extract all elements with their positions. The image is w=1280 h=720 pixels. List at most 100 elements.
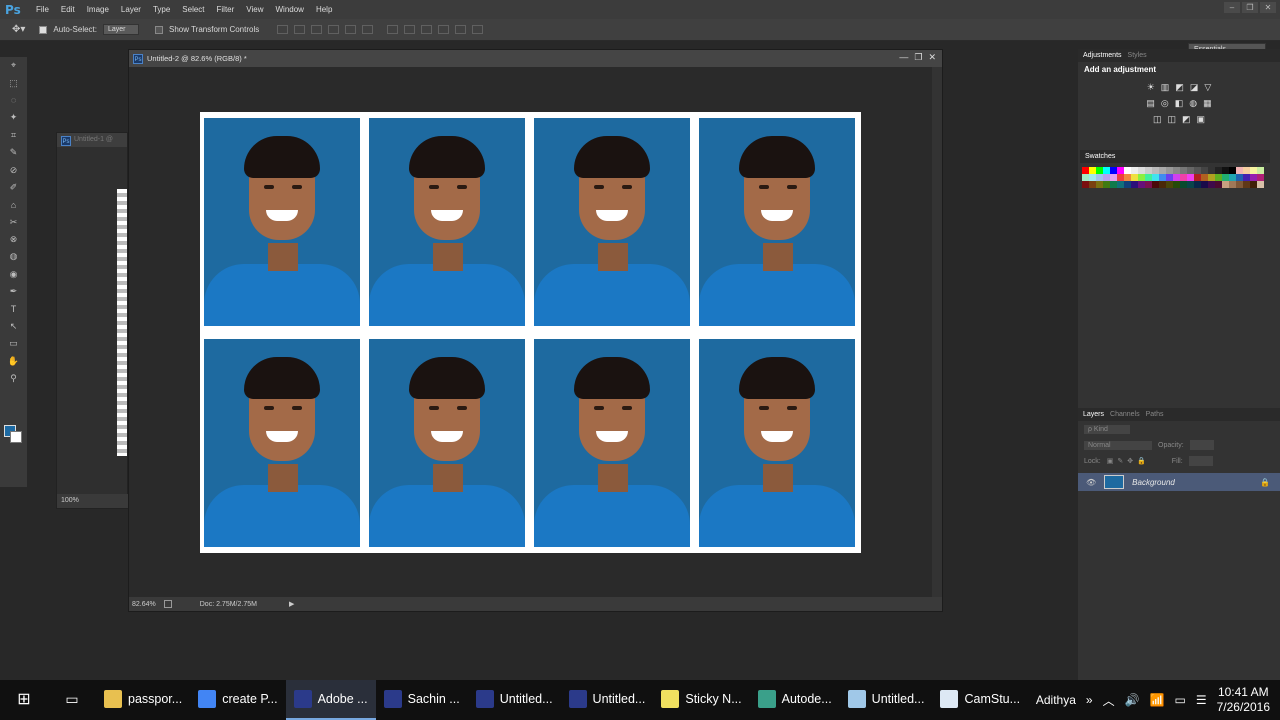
color-swatch[interactable]: [1166, 174, 1173, 181]
color-swatch[interactable]: [1180, 174, 1187, 181]
color-swatch[interactable]: [1117, 167, 1124, 174]
color-swatch[interactable]: [1152, 167, 1159, 174]
crop-tool-icon[interactable]: ⌗: [0, 127, 27, 144]
taskbar-app[interactable]: create P...: [190, 680, 285, 720]
color-swatch[interactable]: [1131, 174, 1138, 181]
move-tool-preset-icon[interactable]: ✥▾: [12, 24, 25, 35]
menu-file[interactable]: File: [30, 5, 55, 14]
auto-select-dropdown[interactable]: Layer: [102, 24, 139, 35]
channel-mixer-icon[interactable]: ▦: [1203, 98, 1212, 109]
document-titlebar[interactable]: Ps Untitled-2 @ 82.6% (RGB/8) *: [129, 50, 942, 67]
align-vcenter-icon[interactable]: [294, 25, 306, 34]
wifi-icon[interactable]: 📶: [1150, 693, 1165, 707]
status-menu-arrow-icon[interactable]: ▶: [289, 600, 294, 608]
color-swatch[interactable]: [1243, 167, 1250, 174]
doc-minimize-button[interactable]: —: [899, 52, 908, 63]
vibrance-icon[interactable]: ▽: [1204, 82, 1211, 93]
tab-layers[interactable]: Layers: [1083, 411, 1104, 418]
tab-swatches[interactable]: Swatches: [1085, 153, 1115, 160]
color-swatch[interactable]: [1159, 174, 1166, 181]
color-swatch[interactable]: [1243, 174, 1250, 181]
color-swatch[interactable]: [1173, 174, 1180, 181]
taskbar-app[interactable]: CamStu...: [932, 680, 1028, 720]
minimize-button[interactable]: –: [1224, 2, 1240, 13]
color-swatch[interactable]: [1096, 174, 1103, 181]
color-swatch[interactable]: [1103, 174, 1110, 181]
color-swatch[interactable]: [1250, 167, 1257, 174]
color-swatch[interactable]: [1138, 181, 1145, 188]
color-swatch[interactable]: [1250, 181, 1257, 188]
zoom-level[interactable]: 100%: [61, 497, 79, 504]
path-select-tool-icon[interactable]: ↖: [0, 318, 27, 335]
color-swatch[interactable]: [1103, 181, 1110, 188]
color-swatch[interactable]: [1215, 167, 1222, 174]
taskbar-app[interactable]: Untitled...: [468, 680, 561, 720]
color-swatch[interactable]: [1194, 181, 1201, 188]
background-color-swatch[interactable]: [10, 431, 22, 443]
distribute-bottom-icon[interactable]: [421, 25, 433, 34]
align-bottom-icon[interactable]: [311, 25, 323, 34]
color-swatch[interactable]: [1173, 167, 1180, 174]
align-top-icon[interactable]: [277, 25, 289, 34]
color-swatch[interactable]: [1236, 167, 1243, 174]
vertical-scrollbar[interactable]: [932, 67, 942, 599]
color-swatch[interactable]: [1166, 181, 1173, 188]
hue-saturation-icon[interactable]: ▤: [1146, 98, 1155, 109]
color-swatch[interactable]: [1257, 174, 1264, 181]
brightness-contrast-icon[interactable]: ☀: [1147, 82, 1155, 93]
type-tool-icon[interactable]: T: [0, 300, 27, 317]
color-swatch[interactable]: [1110, 181, 1117, 188]
distribute-left-icon[interactable]: [438, 25, 450, 34]
color-swatch[interactable]: [1103, 167, 1110, 174]
task-view-button[interactable]: ▭: [48, 680, 96, 720]
color-swatch[interactable]: [1243, 181, 1250, 188]
doc-close-button[interactable]: ✕: [928, 52, 936, 63]
color-swatch[interactable]: [1152, 181, 1159, 188]
color-swatch[interactable]: [1117, 181, 1124, 188]
color-swatch[interactable]: [1159, 167, 1166, 174]
move-tool-icon[interactable]: ⌖: [0, 57, 27, 74]
color-swatch[interactable]: [1124, 167, 1131, 174]
blend-mode-dropdown[interactable]: Normal: [1084, 440, 1152, 450]
quick-select-tool-icon[interactable]: ✦: [0, 109, 27, 126]
healing-brush-tool-icon[interactable]: ⊘: [0, 161, 27, 178]
doc-restore-button[interactable]: ❐: [914, 52, 922, 63]
eyedropper-tool-icon[interactable]: ✎: [0, 144, 27, 161]
distribute-vcenter-icon[interactable]: [404, 25, 416, 34]
threshold-icon[interactable]: ◩: [1182, 114, 1191, 125]
menu-edit[interactable]: Edit: [55, 5, 81, 14]
color-swatch[interactable]: [1110, 167, 1117, 174]
zoom-tool-icon[interactable]: ⚲: [0, 370, 27, 387]
color-swatch[interactable]: [1138, 167, 1145, 174]
color-swatch[interactable]: [1208, 167, 1215, 174]
color-swatch[interactable]: [1215, 174, 1222, 181]
menu-window[interactable]: Window: [270, 5, 310, 14]
color-swatch[interactable]: [1082, 181, 1089, 188]
color-swatch[interactable]: [1159, 181, 1166, 188]
selective-color-icon[interactable]: ▣: [1197, 114, 1206, 125]
color-swatch[interactable]: [1110, 174, 1117, 181]
taskbar-app[interactable]: passpor...: [96, 680, 190, 720]
color-swatch[interactable]: [1194, 174, 1201, 181]
tab-channels[interactable]: Channels: [1110, 411, 1140, 418]
curves-icon[interactable]: ◩: [1175, 82, 1184, 93]
color-swatch[interactable]: [1166, 167, 1173, 174]
color-swatch[interactable]: [1208, 174, 1215, 181]
color-swatch[interactable]: [1145, 167, 1152, 174]
align-hcenter-icon[interactable]: [345, 25, 357, 34]
history-brush-tool-icon[interactable]: ✂: [0, 214, 27, 231]
menu-layer[interactable]: Layer: [115, 5, 147, 14]
color-swatch[interactable]: [1187, 174, 1194, 181]
marquee-tool-icon[interactable]: ⬚: [0, 74, 27, 91]
color-swatch[interactable]: [1215, 181, 1222, 188]
tray-up-arrow-icon[interactable]: ︿: [1103, 692, 1115, 709]
color-swatch[interactable]: [1082, 174, 1089, 181]
color-swatch[interactable]: [1257, 181, 1264, 188]
color-swatch[interactable]: [1229, 167, 1236, 174]
color-swatch[interactable]: [1096, 181, 1103, 188]
tab-styles[interactable]: Styles: [1128, 52, 1147, 59]
color-swatch[interactable]: [1187, 167, 1194, 174]
volume-icon[interactable]: 🔊: [1125, 693, 1140, 707]
color-swatch[interactable]: [1131, 181, 1138, 188]
color-swatch[interactable]: [1152, 174, 1159, 181]
